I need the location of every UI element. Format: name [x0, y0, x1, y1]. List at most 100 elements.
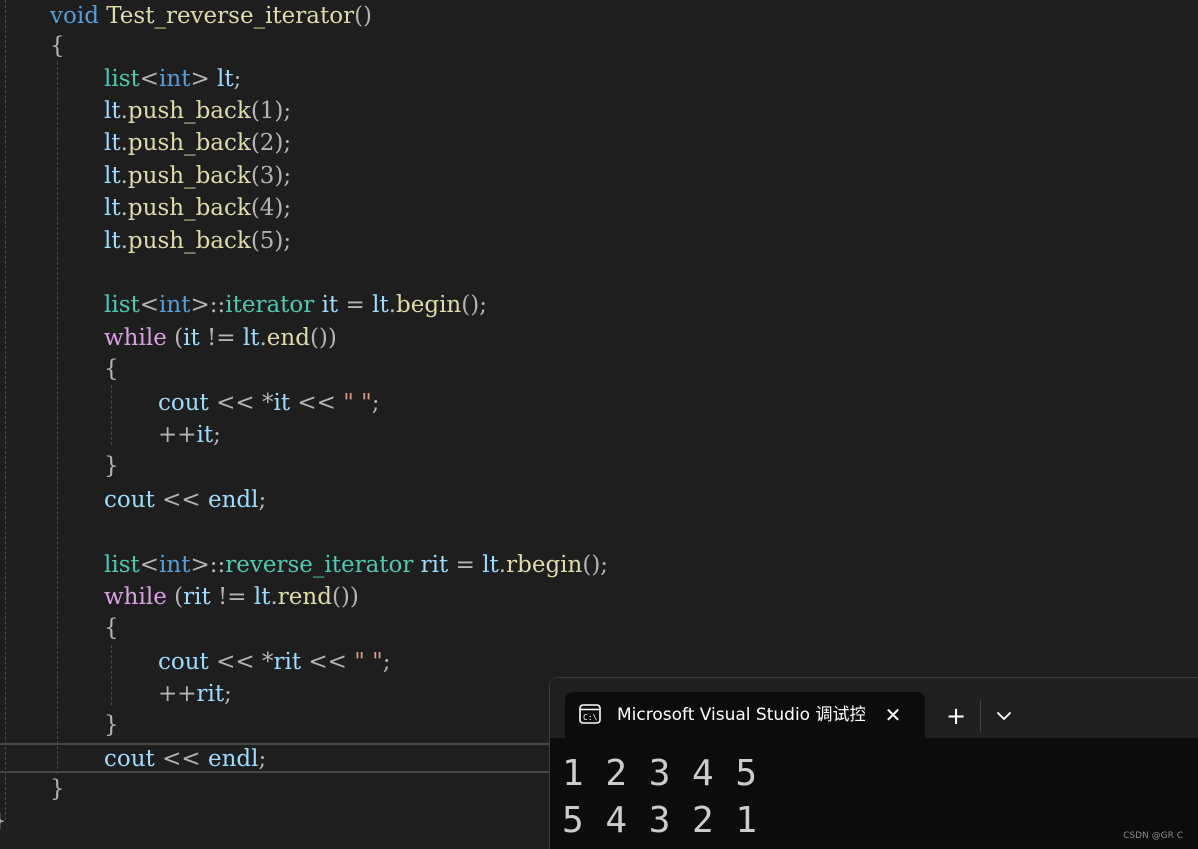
punct-token: ;: [283, 163, 292, 189]
code-line-brace[interactable]: {: [104, 353, 119, 385]
type-token: iterator: [225, 292, 315, 318]
variable-token: lt: [104, 130, 121, 156]
code-line-while[interactable]: while (it != lt.end()): [104, 322, 337, 354]
punct-token: =: [338, 292, 373, 318]
punct-token: .: [120, 130, 128, 156]
punct-token: ()): [331, 584, 359, 610]
code-line-increment[interactable]: ++rit;: [158, 678, 232, 710]
code-line-brace[interactable]: }: [104, 709, 119, 741]
function-name-token: Test_reverse_iterator: [106, 3, 355, 29]
punct-token: .: [120, 98, 128, 124]
code-line-push-back[interactable]: lt.push_back(2);: [104, 127, 291, 159]
current-line-highlight: [0, 743, 560, 773]
punct-token: .: [498, 552, 507, 578]
punct-token: >: [190, 292, 210, 318]
function-name-token: push_back: [127, 98, 251, 124]
variable-token: it: [183, 325, 200, 351]
code-line-cout[interactable]: cout << *it << " ";: [158, 387, 379, 419]
punct-token: ;: [213, 422, 221, 448]
punct-token: (1): [250, 98, 284, 124]
svg-text:C:\: C:\: [583, 713, 598, 722]
code-line-brace[interactable]: }: [104, 450, 119, 482]
punct-token: (): [354, 3, 373, 29]
punct-token: ;: [283, 228, 292, 254]
punct-token: ;: [233, 66, 242, 92]
punct-token: (5): [250, 228, 284, 254]
code-line-push-back[interactable]: lt.push_back(3);: [104, 160, 291, 192]
code-line-close-brace[interactable]: }: [50, 773, 65, 805]
new-tab-button[interactable]: +: [940, 700, 972, 732]
code-line-push-back[interactable]: lt.push_back(4);: [104, 192, 291, 224]
watermark-text: CSDN @GR C: [1123, 831, 1183, 841]
punct-token: (: [166, 325, 184, 351]
punct-token: (3): [250, 163, 284, 189]
variable-token: endl: [207, 487, 259, 513]
function-name-token: push_back: [127, 195, 251, 221]
punct-token: .: [388, 292, 397, 318]
variable-token: lt: [209, 66, 234, 92]
punct-token: <: [139, 552, 160, 578]
punct-token: (2): [250, 130, 284, 156]
variable-token: rit: [183, 584, 211, 610]
string-token: " ": [354, 649, 383, 675]
terminal-tab[interactable]: C:\ Microsoft Visual Studio 调试控 ✕: [565, 692, 925, 738]
code-line-outer-brace: }: [0, 805, 7, 837]
type-token: reverse_iterator: [225, 552, 414, 578]
punct-token: ();: [461, 292, 487, 318]
function-name-token: push_back: [127, 130, 251, 156]
control-keyword-token: while: [104, 325, 167, 351]
control-keyword-token: while: [104, 584, 167, 610]
code-line-reverse-iterator-decl[interactable]: list<int>::reverse_iterator rit = lt.rbe…: [104, 549, 608, 581]
punct-token: .: [270, 584, 278, 610]
punct-token: .: [259, 325, 267, 351]
code-line-endl[interactable]: cout << endl;: [104, 484, 266, 516]
string-token: " ": [343, 390, 372, 416]
punct-token: ;: [283, 98, 292, 124]
punct-token: >: [190, 66, 210, 92]
function-name-token: push_back: [127, 163, 251, 189]
debug-console-window[interactable]: C:\ Microsoft Visual Studio 调试控 ✕ + 1 2 …: [549, 677, 1198, 849]
punct-token: ++: [158, 681, 197, 707]
code-line-push-back[interactable]: lt.push_back(5);: [104, 225, 291, 257]
code-line-declare-list[interactable]: list<int> lt;: [104, 63, 241, 95]
code-line-brace[interactable]: {: [104, 612, 119, 644]
punct-token: <<: [290, 390, 344, 416]
type-token: list: [104, 66, 140, 92]
punct-token: <<: [208, 649, 262, 675]
code-line-iterator-decl[interactable]: list<int>::iterator it = lt.begin();: [104, 289, 487, 321]
chevron-down-icon[interactable]: [990, 702, 1018, 730]
punct-token: (: [166, 584, 184, 610]
indent-guide-body: [57, 62, 58, 774]
code-line-signature[interactable]: void Test_reverse_iterator(): [50, 0, 372, 32]
tab-separator: [980, 700, 981, 732]
indent-guide-while2: [111, 645, 112, 705]
code-line-open-brace[interactable]: {: [50, 30, 65, 62]
punct-token: !=: [199, 325, 243, 351]
function-name-token: push_back: [127, 228, 251, 254]
variable-token: cout: [158, 390, 209, 416]
terminal-tab-title: Microsoft Visual Studio 调试控: [617, 705, 865, 725]
keyword-token: void: [50, 3, 99, 29]
code-line-increment[interactable]: ++it;: [158, 419, 221, 451]
punct-token: ;: [283, 195, 292, 221]
variable-token: lt: [104, 228, 121, 254]
variable-token: it: [196, 422, 214, 448]
code-line-push-back[interactable]: lt.push_back(1);: [104, 95, 291, 127]
punct-token: ++: [158, 422, 197, 448]
console-output-line: 5 4 3 2 1: [562, 800, 758, 841]
indent-guide-outer: [5, 0, 6, 820]
code-line-while[interactable]: while (rit != lt.rend()): [104, 581, 359, 613]
code-line-cout[interactable]: cout << *rit << " ";: [158, 646, 390, 678]
punct-token: ()): [309, 325, 337, 351]
keyword-token: int: [159, 552, 191, 578]
variable-token: lt: [482, 552, 499, 578]
function-name-token: rend: [277, 584, 332, 610]
close-icon[interactable]: ✕: [881, 703, 905, 727]
punct-token: ();: [582, 552, 609, 578]
code-line-endl[interactable]: cout << endl;: [104, 743, 266, 775]
variable-token: cout: [158, 649, 209, 675]
function-name-token: rbegin: [506, 552, 583, 578]
punct-token: <: [139, 292, 160, 318]
punct-token: *: [261, 649, 274, 675]
variable-token: lt: [242, 325, 260, 351]
